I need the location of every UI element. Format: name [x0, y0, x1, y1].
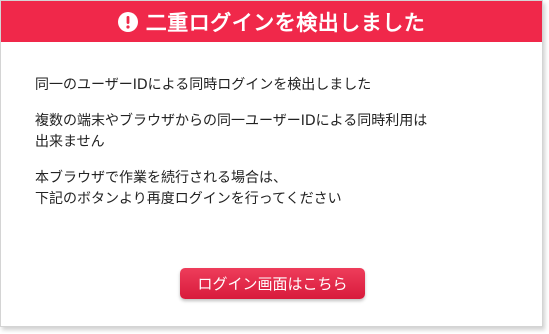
message-line: 下記のボタンより再度ログインを行ってください — [35, 191, 342, 207]
message-paragraph-1: 同一のユーザーIDによる同時ログインを検出しました — [35, 75, 515, 96]
message-paragraph-2: 複数の端末やブラウザからの同一ユーザーIDによる同時利用は 出来ません — [35, 111, 515, 153]
dialog-message: 同一のユーザーIDによる同時ログインを検出しました 複数の端末やブラウザからの同… — [35, 75, 515, 225]
message-paragraph-3: 本ブラウザで作業を続行される場合は、 下記のボタンより再度ログインを行ってくださ… — [35, 168, 515, 210]
login-screen-button[interactable]: ログイン画面はこちら — [180, 268, 365, 299]
double-login-dialog: 二重ログインを検出しました 同一のユーザーIDによる同時ログインを検出しました … — [0, 0, 543, 327]
message-line: 本ブラウザで作業を続行される場合は、 — [35, 170, 287, 186]
dialog-header: 二重ログインを検出しました — [1, 1, 542, 42]
message-line: 同一のユーザーIDによる同時ログインを検出しました — [35, 77, 372, 93]
message-line: 複数の端末やブラウザからの同一ユーザーIDによる同時利用は — [35, 113, 428, 129]
exclamation-circle-icon — [117, 11, 138, 32]
dialog-title: 二重ログインを検出しました — [145, 10, 426, 35]
message-line: 出来ません — [35, 134, 105, 150]
